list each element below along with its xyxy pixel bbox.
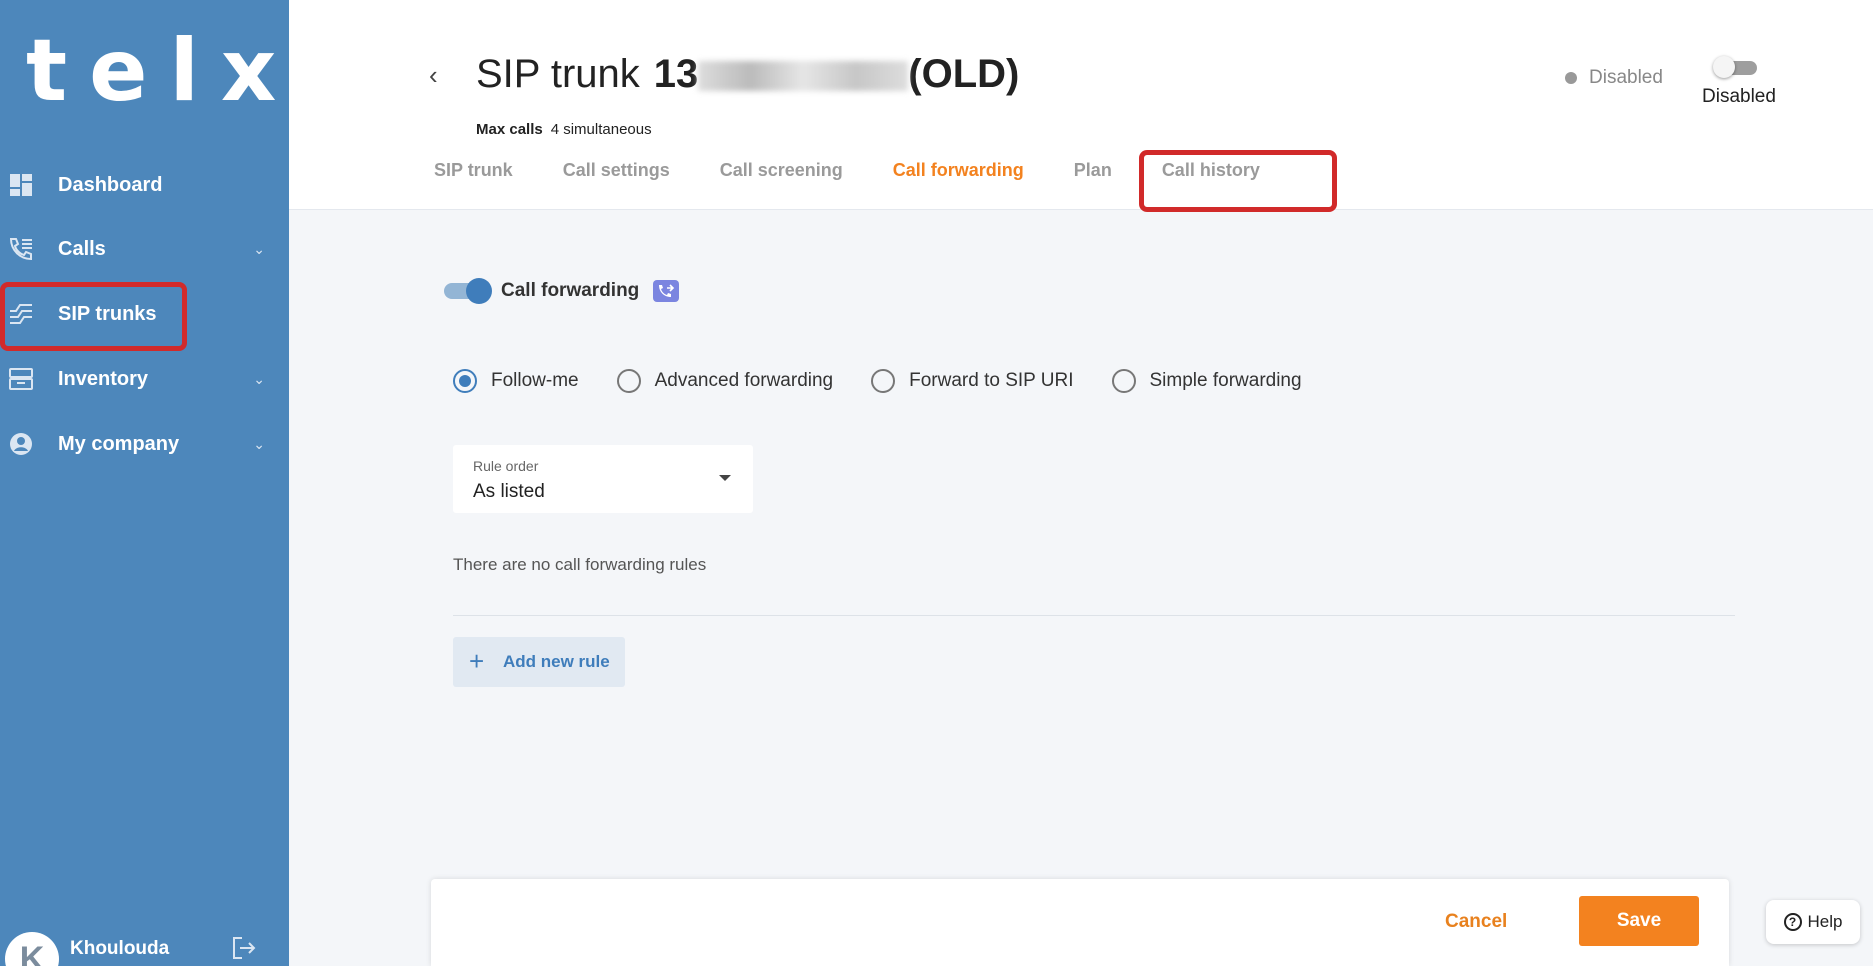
back-arrow-icon[interactable]: ‹ <box>429 60 438 91</box>
tab-sip-trunk[interactable]: SIP trunk <box>434 160 513 181</box>
action-footer: Cancel Save <box>431 879 1729 966</box>
status-dot-icon <box>1565 72 1577 84</box>
inventory-icon <box>8 366 34 392</box>
radio-simple-forwarding[interactable]: Simple forwarding <box>1111 369 1302 393</box>
radio-unselected-icon <box>871 369 896 393</box>
rule-order-select[interactable]: Rule order As listed <box>453 445 753 513</box>
save-button[interactable]: Save <box>1579 896 1699 946</box>
toggle-label: Disabled <box>1702 86 1776 107</box>
enable-toggle[interactable] <box>1713 56 1757 78</box>
phone-forward-icon <box>653 280 679 302</box>
rule-order-value: As listed <box>473 481 545 502</box>
radio-label: Follow-me <box>491 370 579 391</box>
tab-call-screening[interactable]: Call screening <box>720 160 843 181</box>
max-calls-value: 4 simultaneous <box>550 121 652 138</box>
add-new-rule-button[interactable]: + Add new rule <box>453 637 625 687</box>
status-badge: Disabled <box>1565 67 1663 89</box>
dropdown-arrow-icon <box>719 475 731 481</box>
radio-label: Forward to SIP URI <box>909 370 1074 391</box>
calls-icon <box>8 236 34 262</box>
plus-icon: + <box>469 646 485 676</box>
title-number: 13 <box>653 52 699 96</box>
sidebar-item-label: My company <box>58 432 180 455</box>
max-calls-info: Max calls 4 simultaneous <box>476 121 652 138</box>
dashboard-icon <box>8 172 34 198</box>
page-header: ‹ SIP trunk 13 (OLD) Max calls 4 simultaneo… <box>289 0 1873 212</box>
call-forwarding-tab-highlight <box>1139 150 1337 212</box>
sidebar-item-label: Calls <box>58 237 106 260</box>
tab-call-settings[interactable]: Call settings <box>563 160 670 181</box>
sidebar-item-dashboard[interactable]: Dashboard <box>0 157 289 213</box>
radio-forward-to-sip-uri[interactable]: Forward to SIP URI <box>871 369 1074 393</box>
sidebar-item-calls[interactable]: Calls ⌄ <box>0 221 289 277</box>
call-forwarding-label: Call forwarding <box>501 280 640 301</box>
sidebar-item-inventory[interactable]: Inventory ⌄ <box>0 351 289 407</box>
company-icon <box>8 431 34 457</box>
radio-follow-me[interactable]: Follow-me <box>453 369 579 393</box>
blurred-number <box>698 61 909 92</box>
sidebar-item-label: Inventory <box>58 367 149 390</box>
user-profile: K Khoulouda <box>0 926 289 966</box>
logout-icon[interactable] <box>230 934 258 966</box>
title-suffix: (OLD) <box>908 52 1020 96</box>
sidebar-item-label: Dashboard <box>58 173 163 196</box>
tab-plan[interactable]: Plan <box>1074 160 1112 181</box>
avatar[interactable]: K <box>5 932 59 966</box>
toggle-knob <box>1713 56 1735 78</box>
radio-selected-icon <box>453 369 477 393</box>
cancel-button[interactable]: Cancel <box>1445 911 1507 933</box>
sidebar: telxi Dashboard Calls ⌄ SIP trunks Inven… <box>0 0 328 966</box>
radio-unselected-icon <box>1111 369 1136 393</box>
status-text: Disabled <box>1589 67 1663 88</box>
chevron-down-icon: ⌄ <box>253 435 265 452</box>
radio-advanced-forwarding[interactable]: Advanced forwarding <box>616 369 834 393</box>
forwarding-mode-group: Follow-me Advanced forwarding Forward to… <box>453 369 1340 393</box>
help-label: Help <box>1807 912 1843 931</box>
add-rule-label: Add new rule <box>503 652 610 671</box>
max-calls-label: Max calls <box>476 121 543 138</box>
help-icon: ? <box>1783 913 1802 931</box>
title-prefix: SIP trunk <box>476 52 640 96</box>
empty-rules-message: There are no call forwarding rules <box>453 555 707 574</box>
radio-label: Advanced forwarding <box>654 370 834 391</box>
help-button[interactable]: ? Help <box>1766 900 1860 944</box>
sidebar-item-my-company[interactable]: My company ⌄ <box>0 416 289 472</box>
chevron-down-icon: ⌄ <box>253 240 265 257</box>
sip-trunks-highlight <box>0 282 187 351</box>
radio-label: Simple forwarding <box>1149 370 1302 391</box>
page-title: SIP trunk 13 (OLD) <box>476 52 1019 97</box>
chevron-down-icon: ⌄ <box>253 370 265 387</box>
call-forwarding-toggle[interactable] <box>444 278 492 304</box>
username: Khoulouda <box>70 938 170 959</box>
divider <box>453 615 1735 616</box>
main-content: Call forwarding Follow-me Advanced forwa… <box>289 210 1873 966</box>
rule-order-label: Rule order <box>473 458 539 474</box>
radio-unselected-icon <box>616 369 641 393</box>
toggle-knob <box>466 278 492 304</box>
tab-call-forwarding[interactable]: Call forwarding <box>893 160 1024 181</box>
